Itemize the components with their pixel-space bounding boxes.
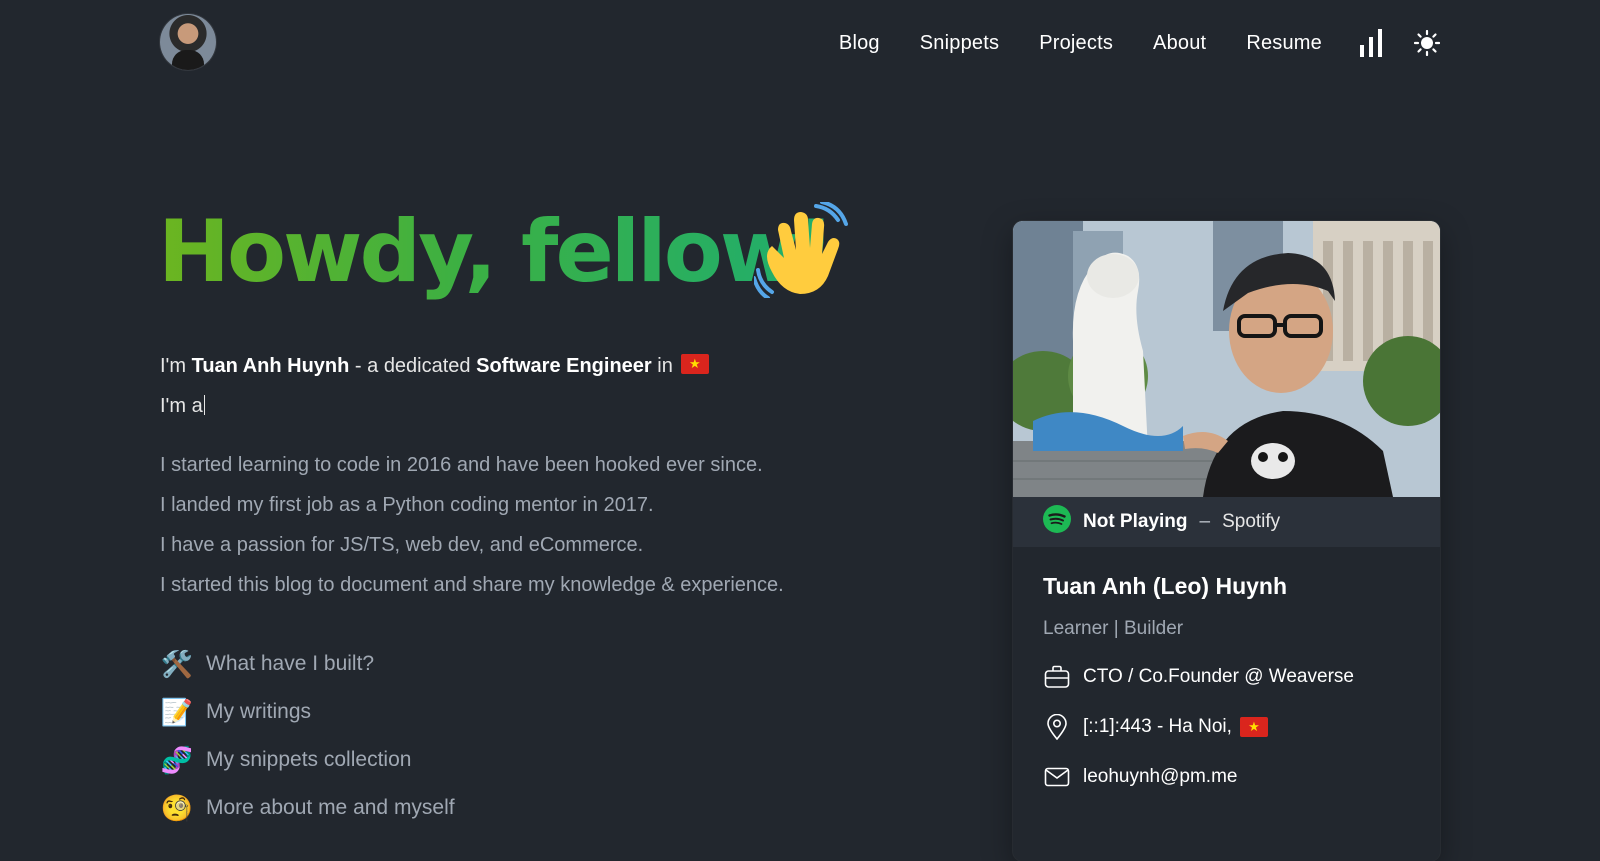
story-line: I landed my first job as a Python coding… <box>160 494 654 516</box>
nav-link-blog[interactable]: Blog <box>839 32 880 55</box>
site-header: Blog Snippets Projects About Resume <box>160 14 1440 72</box>
profile-details: Tuan Anh (Leo) Huynh Learner | Builder C… <box>1013 547 1440 810</box>
profile-photo <box>1013 221 1440 497</box>
nav-link-projects[interactable]: Projects <box>1039 32 1113 55</box>
story-line: I have a passion for JS/TS, web dev, and… <box>160 534 644 556</box>
spotify-status: Not Playing <box>1083 511 1188 532</box>
nav-link-snippets[interactable]: Snippets <box>920 32 999 55</box>
profile-email: leohuynh@pm.me <box>1043 764 1410 790</box>
story-line: I started learning to code in 2016 and h… <box>160 454 763 476</box>
link-writings[interactable]: 📝 My writings <box>160 688 455 736</box>
typing-line: I'm a <box>160 386 709 426</box>
intro-prefix: I'm <box>160 355 192 377</box>
link-about[interactable]: 🧐 More about me and myself <box>160 784 455 832</box>
vietnam-flag-icon <box>680 354 709 374</box>
map-pin-icon <box>1043 713 1071 741</box>
mail-icon <box>1043 763 1071 791</box>
hero-title: Howdy, fellow! <box>158 196 836 308</box>
typing-cursor <box>203 395 205 415</box>
main-nav: Blog Snippets Projects About Resume <box>799 14 1440 72</box>
quick-links: 🛠️ What have I built? 📝 My writings 🧬 My… <box>160 640 455 832</box>
intro-role: Software Engineer <box>476 355 652 377</box>
intro-name: Tuan Anh Huynh <box>191 355 350 377</box>
profile-location-text: [::1]:443 - Ha Noi, <box>1083 716 1232 737</box>
link-label[interactable]: More about me and myself <box>206 796 455 820</box>
link-label[interactable]: My writings <box>206 700 311 724</box>
profile-email-text[interactable]: leohuynh@pm.me <box>1083 766 1237 788</box>
memo-icon: 📝 <box>160 696 194 727</box>
tools-icon: 🛠️ <box>160 648 194 679</box>
vietnam-flag-icon <box>1239 717 1268 737</box>
spotify-service: Spotify <box>1222 511 1281 532</box>
intro-suffix: in <box>651 355 673 377</box>
spotify-icon <box>1043 505 1071 539</box>
waving-hand-icon <box>752 200 850 300</box>
nav-link-resume[interactable]: Resume <box>1246 32 1322 55</box>
typing-text: I'm a <box>160 395 203 417</box>
dna-icon: 🧬 <box>160 744 194 775</box>
story-line: I started this blog to document and shar… <box>160 574 784 596</box>
site-logo-avatar[interactable] <box>160 14 216 70</box>
profile-location: [::1]:443 - Ha Noi, <box>1043 714 1410 740</box>
intro-mid: - a dedicated <box>349 355 477 377</box>
link-label[interactable]: My snippets collection <box>206 748 411 772</box>
profile-tagline: Learner | Builder <box>1043 618 1184 639</box>
hero-story: I started learning to code in 2016 and h… <box>160 445 784 605</box>
link-label[interactable]: What have I built? <box>206 652 374 676</box>
intro-line: I'm Tuan Anh Huynh - a dedicated Softwar… <box>160 346 709 386</box>
link-projects[interactable]: 🛠️ What have I built? <box>160 640 455 688</box>
profile-job-text: CTO / Co.Founder @ Weaverse <box>1083 666 1354 687</box>
hero-intro: I'm Tuan Anh Huynh - a dedicated Softwar… <box>160 346 709 426</box>
monocle-face-icon: 🧐 <box>160 792 194 823</box>
spotify-now-playing[interactable]: Not Playing – Spotify <box>1013 497 1440 547</box>
profile-card: Not Playing – Spotify Tuan Anh (Leo) Huy… <box>1013 221 1440 861</box>
profile-job: CTO / Co.Founder @ Weaverse <box>1043 664 1410 690</box>
nav-link-about[interactable]: About <box>1153 32 1206 55</box>
spotify-separator: – <box>1199 511 1211 532</box>
link-snippets[interactable]: 🧬 My snippets collection <box>160 736 455 784</box>
profile-name: Tuan Anh (Leo) Huynh <box>1043 573 1288 599</box>
sun-icon[interactable] <box>1414 30 1440 56</box>
briefcase-icon <box>1043 663 1071 691</box>
bar-chart-icon[interactable] <box>1358 29 1384 57</box>
